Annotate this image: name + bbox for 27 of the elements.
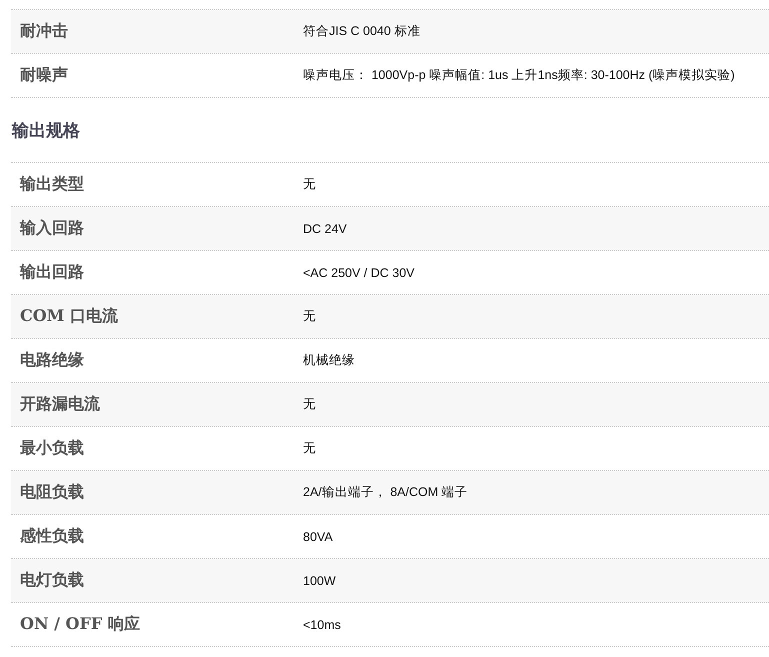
- spec-label: 电路绝缘: [19, 350, 85, 371]
- spec-label: 电灯负载: [19, 570, 85, 591]
- spec-label: 开路漏电流: [19, 394, 101, 415]
- spec-label: 输入回路: [18, 218, 85, 239]
- spec-value: 无: [302, 176, 316, 193]
- spec-value: 100W: [302, 574, 336, 588]
- spec-label: 输出类型: [18, 174, 85, 195]
- section-heading: 输出规格: [11, 120, 81, 142]
- spec-value: <AC 250V / DC 30V: [302, 266, 415, 280]
- spec-label: 感性负载: [19, 526, 85, 547]
- spec-label: COM 口电流: [19, 306, 119, 327]
- spec-value: 无: [302, 396, 316, 413]
- spec-label: 耐噪声: [19, 65, 69, 86]
- spec-value: DC 24V: [302, 222, 347, 236]
- spec-value: 2A/输出端子， 8A/COM 端子: [302, 484, 468, 501]
- spec-value: 机械绝缘: [302, 352, 355, 369]
- spec-label: 电阻负载: [19, 482, 85, 503]
- spec-label: 耐冲击: [19, 21, 69, 42]
- spec-value: 80VA: [302, 530, 333, 544]
- spec-value: 噪声电压： 1000Vp-p 噪声幅值: 1us 上升1ns频率: 30-100Hz (噪声模拟实验): [302, 67, 735, 84]
- spec-label: 最小负载: [19, 438, 85, 459]
- spec-value: <10ms: [302, 618, 341, 632]
- spec-label: 输出回路: [18, 262, 85, 283]
- spec-value: 符合JIS C 0040 标准: [302, 23, 420, 40]
- spec-value: 无: [302, 308, 316, 325]
- spec-value: 无: [302, 440, 316, 457]
- spec-label: ON / OFF 响应: [19, 614, 141, 635]
